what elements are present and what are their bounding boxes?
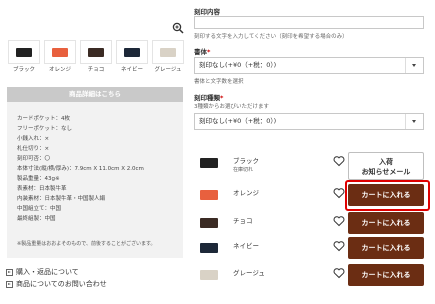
engraving-label: 刻印内容 bbox=[194, 8, 220, 16]
type-label: 刻印種類* bbox=[194, 92, 223, 102]
type-select-toggle bbox=[405, 114, 423, 129]
swatch bbox=[124, 48, 140, 57]
link-product-inquiry[interactable]: 商品についてのお問い合わせ bbox=[6, 278, 107, 290]
engraving-text-input[interactable] bbox=[194, 16, 424, 29]
thumbnail-choco[interactable] bbox=[80, 40, 112, 64]
variant-swatch bbox=[200, 158, 218, 168]
variant-swatch bbox=[200, 218, 218, 228]
details-toggle[interactable]: 商品詳細はこちら bbox=[7, 87, 183, 102]
stock-status: 在庫切れ bbox=[233, 167, 254, 173]
info-links: 購入・返品について 商品についてのお問い合わせ bbox=[6, 266, 107, 290]
spec-item: 最終組製：中国 bbox=[17, 216, 56, 222]
heart-icon[interactable] bbox=[333, 155, 345, 167]
type-select-value: 刻印なし(+¥0（+税：0）) bbox=[199, 117, 277, 125]
type-help: 3種類からお選びいただけます bbox=[194, 104, 270, 110]
type-label-text: 刻印種類 bbox=[194, 94, 220, 102]
add-to-cart-button[interactable]: カートに入れる bbox=[348, 212, 424, 234]
font-label: 書体* bbox=[194, 46, 210, 56]
spec-item: 刻印可否：〇 bbox=[17, 156, 51, 162]
add-to-cart-button[interactable]: カートに入れる bbox=[348, 237, 424, 259]
spec-item: 内装素材：日本製牛革・中国製人絹 bbox=[17, 196, 106, 202]
required-mark: * bbox=[207, 48, 211, 56]
variant-swatch bbox=[200, 243, 218, 253]
thumbnail-navy[interactable] bbox=[116, 40, 148, 64]
variant-row-black: ブラック 在庫切れ 入荷 お知らせメール bbox=[200, 152, 426, 180]
link-purchase-returns[interactable]: 購入・返品について bbox=[6, 266, 107, 278]
swatch bbox=[160, 48, 176, 57]
spec-item: 本体寸法(縦/横/厚み)：7.9cm X 11.0cm X 2.0cm bbox=[17, 166, 144, 172]
font-select-value: 刻印なし(+¥0（+税：0）) bbox=[199, 61, 277, 69]
chevron-down-icon bbox=[412, 120, 416, 123]
swatch bbox=[16, 48, 32, 57]
link-label: 購入・返品について bbox=[16, 268, 79, 276]
spec-item: 製品重量：43g※ bbox=[17, 176, 60, 182]
variant-name: グレージュ bbox=[233, 269, 265, 277]
product-details-panel: 商品詳細はこちら カードポケット：4枚 フリーポケット：なし 小銭入れ：× 札仕… bbox=[7, 87, 183, 258]
notify-line-2: お知らせメール bbox=[361, 168, 411, 176]
font-label-text: 書体 bbox=[194, 48, 207, 56]
restock-notify-button[interactable]: 入荷 お知らせメール bbox=[348, 152, 424, 180]
spec-item: カードポケット：4枚 bbox=[17, 116, 70, 122]
highlight-box bbox=[345, 180, 430, 211]
engraving-help: 刻印する文字を入力してください（刻印を希望する場合のみ） bbox=[194, 34, 348, 40]
spec-item: 小銭入れ：× bbox=[17, 136, 50, 142]
variant-row-choco: チョコ カートに入れる bbox=[200, 212, 426, 236]
heart-icon[interactable] bbox=[333, 187, 345, 199]
variant-name: オレンジ bbox=[233, 189, 259, 197]
thumbnail-label: ブラック bbox=[12, 67, 35, 73]
font-select-toggle bbox=[405, 58, 423, 73]
arrow-right-square-icon bbox=[6, 268, 13, 276]
add-to-cart-button[interactable]: カートに入れる bbox=[348, 264, 424, 286]
variant-name: チョコ bbox=[233, 217, 253, 225]
thumbnail-orange[interactable] bbox=[44, 40, 76, 64]
thumbnail-label: グレージュ bbox=[154, 67, 182, 73]
swatch bbox=[52, 48, 68, 57]
notify-line-1: 入荷 bbox=[379, 158, 393, 166]
spec-item: 札仕切り：× bbox=[17, 146, 50, 152]
weight-note: ※製品重量はおおよそのもので、前後することがございます。 bbox=[17, 241, 156, 247]
spec-item: 中国組立て：中国 bbox=[17, 206, 62, 212]
thumbnail-black[interactable] bbox=[8, 40, 40, 64]
color-thumbnails: ブラック オレンジ チョコ ネイビー グレージュ bbox=[8, 40, 184, 74]
link-label: 商品についてのお問い合わせ bbox=[16, 280, 107, 288]
spec-item: 表素材：日本製牛革 bbox=[17, 186, 67, 192]
thumbnail-label: ネイビー bbox=[120, 67, 143, 73]
variant-swatch bbox=[200, 270, 218, 280]
spec-item: フリーポケット：なし bbox=[17, 126, 73, 132]
variant-swatch bbox=[200, 190, 218, 200]
variant-row-navy: ネイビー カートに入れる bbox=[200, 237, 426, 261]
required-mark: * bbox=[220, 94, 224, 102]
swatch bbox=[88, 48, 104, 57]
variant-row-greige: グレージュ カートに入れる bbox=[200, 264, 426, 288]
variant-name: ネイビー bbox=[233, 242, 259, 250]
heart-icon[interactable] bbox=[333, 240, 345, 252]
arrow-right-square-icon bbox=[6, 280, 13, 288]
spec-list: カードポケット：4枚 フリーポケット：なし 小銭入れ：× 札仕切り：× 刻印可否… bbox=[17, 114, 144, 224]
chevron-down-icon bbox=[412, 64, 416, 67]
zoom-in-icon[interactable] bbox=[172, 22, 184, 34]
thumbnail-label: チョコ bbox=[87, 67, 105, 73]
thumbnail-label: オレンジ bbox=[48, 67, 71, 73]
font-select[interactable]: 刻印なし(+¥0（+税：0）) bbox=[194, 57, 424, 74]
heart-icon[interactable] bbox=[333, 267, 345, 279]
font-help: 書体と文字数を選択 bbox=[194, 79, 244, 85]
variant-name: ブラック bbox=[233, 157, 259, 165]
type-select[interactable]: 刻印なし(+¥0（+税：0）) bbox=[194, 113, 424, 130]
thumbnail-greige[interactable] bbox=[152, 40, 184, 64]
heart-icon[interactable] bbox=[333, 215, 345, 227]
